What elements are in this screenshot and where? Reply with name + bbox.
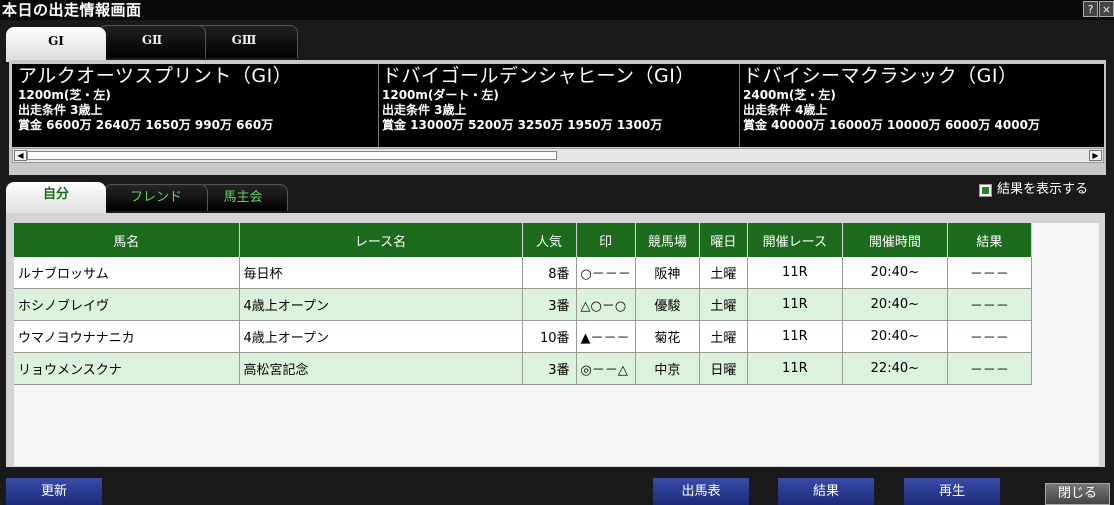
race-distance: 2400m(芝・左) bbox=[743, 88, 836, 102]
header-race-number[interactable]: 開催レース bbox=[747, 223, 843, 257]
tab-g1[interactable]: GⅠ bbox=[6, 27, 106, 62]
header-popularity[interactable]: 人気 bbox=[522, 223, 577, 257]
cell-race-number: 11R bbox=[747, 352, 843, 385]
table-row[interactable]: ホシノブレイヴ 4歳上オープン 3番 △○－○ 優駿 土曜 11R 20:40~… bbox=[14, 288, 1032, 321]
tab-g3[interactable]: GⅢ bbox=[190, 25, 298, 58]
cell-mark: ◎－－△ bbox=[576, 352, 636, 385]
race-distance: 1200m(芝・左) bbox=[18, 88, 111, 102]
table-header-row: 馬名 レース名 人気 印 競馬場 曜日 開催レース 開催時間 結果 bbox=[14, 223, 1032, 257]
race-prize: 賞金 13000万 5200万 3250万 1950万 1300万 bbox=[382, 118, 663, 132]
cell-mark: △○－○ bbox=[576, 288, 636, 321]
cell-horse-name: ウマノヨウナナニカ bbox=[14, 320, 240, 353]
tab-friend[interactable]: フレンド bbox=[104, 184, 208, 211]
cell-racecourse: 優駿 bbox=[635, 288, 700, 321]
cell-popularity: 3番 bbox=[522, 352, 577, 385]
cell-race-number: 11R bbox=[747, 288, 843, 321]
header-race-name[interactable]: レース名 bbox=[239, 223, 523, 257]
race-name: アルクオーツスプリント（GⅠ） bbox=[18, 65, 293, 87]
header-racecourse[interactable]: 競馬場 bbox=[635, 223, 700, 257]
race-divider bbox=[739, 64, 740, 147]
header-day[interactable]: 曜日 bbox=[699, 223, 748, 257]
result-button[interactable]: 結果 bbox=[778, 478, 874, 505]
replay-button[interactable]: 再生 bbox=[904, 478, 1000, 505]
cell-mark: ○－－－ bbox=[576, 257, 636, 289]
cell-race-name: 高松宮記念 bbox=[239, 352, 523, 385]
header-mark[interactable]: 印 bbox=[576, 223, 636, 257]
race-condition: 出走条件 4歳上 bbox=[743, 103, 828, 117]
table-row[interactable]: ルナブロッサム 毎日杯 8番 ○－－－ 阪神 土曜 11R 20:40~ －－－ bbox=[14, 257, 1032, 289]
tab-self-label: 自分 bbox=[42, 187, 69, 202]
checkbox-checked-icon bbox=[982, 187, 989, 194]
entries-button[interactable]: 出馬表 bbox=[653, 478, 749, 505]
cell-day: 土曜 bbox=[699, 320, 748, 353]
cell-horse-name: リョウメンスクナ bbox=[14, 352, 240, 385]
cell-result: －－－ bbox=[947, 320, 1032, 353]
cell-racecourse: 中京 bbox=[635, 352, 700, 385]
cell-popularity: 8番 bbox=[522, 257, 577, 289]
race-prize: 賞金 40000万 16000万 10000万 6000万 4000万 bbox=[743, 118, 1040, 132]
tab-g3-label: GⅢ bbox=[231, 33, 257, 47]
cell-race-number: 11R bbox=[747, 320, 843, 353]
race-condition: 出走条件 3歳上 bbox=[382, 103, 467, 117]
race-condition: 出走条件 3歳上 bbox=[18, 103, 103, 117]
cell-day: 土曜 bbox=[699, 288, 748, 321]
scrollbar-thumb[interactable] bbox=[27, 151, 557, 160]
cell-popularity: 3番 bbox=[522, 288, 577, 321]
race-name: ドバイシーマクラシック（GⅠ） bbox=[743, 65, 1018, 87]
cell-day: 土曜 bbox=[699, 257, 748, 289]
cell-time: 20:40~ bbox=[842, 288, 948, 321]
window-close-button[interactable]: × bbox=[1099, 1, 1114, 17]
tab-self[interactable]: 自分 bbox=[6, 182, 106, 213]
cell-time: 20:40~ bbox=[842, 257, 948, 289]
race-card[interactable]: ドバイシーマクラシック（GⅠ） 2400m(芝・左) 出走条件 4歳上 賞金 4… bbox=[743, 64, 1104, 147]
window-title: 本日の出走情報画面 bbox=[2, 1, 142, 19]
scroll-right-icon[interactable]: ▶ bbox=[1089, 150, 1102, 161]
help-button[interactable]: ? bbox=[1083, 1, 1098, 17]
cell-race-name: 4歳上オープン bbox=[239, 288, 523, 321]
cell-race-number: 11R bbox=[747, 257, 843, 289]
tab-g2[interactable]: GⅡ bbox=[98, 25, 206, 58]
tab-g2-label: GⅡ bbox=[141, 33, 163, 47]
race-distance: 1200m(ダート・左) bbox=[382, 88, 499, 102]
entries-table: 馬名 レース名 人気 印 競馬場 曜日 開催レース 開催時間 結果 ルナブロッサ… bbox=[14, 223, 1032, 385]
cell-popularity: 10番 bbox=[522, 320, 577, 353]
scroll-left-icon[interactable]: ◀ bbox=[14, 150, 27, 161]
title-bar bbox=[0, 0, 1114, 20]
tab-g1-label: GⅠ bbox=[48, 34, 64, 48]
tab-friend-label: フレンド bbox=[129, 190, 182, 205]
race-divider bbox=[378, 64, 379, 147]
cell-horse-name: ホシノブレイヴ bbox=[14, 288, 240, 321]
tab-owners-club[interactable]: 馬主会 bbox=[198, 184, 288, 211]
table-row[interactable]: ウマノヨウナナニカ 4歳上オープン 10番 ▲－－－ 菊花 土曜 11R 20:… bbox=[14, 320, 1032, 353]
cell-time: 22:40~ bbox=[842, 352, 948, 385]
tab-owners-club-label: 馬主会 bbox=[223, 190, 263, 205]
cell-racecourse: 菊花 bbox=[635, 320, 700, 353]
show-results-checkbox[interactable] bbox=[979, 184, 992, 197]
header-horse-name[interactable]: 馬名 bbox=[14, 223, 240, 257]
show-results-label[interactable]: 結果を表示する bbox=[997, 181, 1088, 199]
cell-time: 20:40~ bbox=[842, 320, 948, 353]
header-time[interactable]: 開催時間 bbox=[842, 223, 948, 257]
race-name: ドバイゴールデンシャヒーン（GⅠ） bbox=[382, 65, 695, 87]
cell-mark: ▲－－－ bbox=[576, 320, 636, 353]
cell-race-name: 4歳上オープン bbox=[239, 320, 523, 353]
cell-day: 日曜 bbox=[699, 352, 748, 385]
race-prize: 賞金 6600万 2640万 1650万 990万 660万 bbox=[18, 118, 274, 132]
race-card[interactable]: アルクオーツスプリント（GⅠ） 1200m(芝・左) 出走条件 3歳上 賞金 6… bbox=[18, 64, 378, 147]
header-result[interactable]: 結果 bbox=[947, 223, 1032, 257]
cell-result: －－－ bbox=[947, 352, 1032, 385]
table-row[interactable]: リョウメンスクナ 高松宮記念 3番 ◎－－△ 中京 日曜 11R 22:40~ … bbox=[14, 352, 1032, 385]
cell-result: －－－ bbox=[947, 288, 1032, 321]
cell-racecourse: 阪神 bbox=[635, 257, 700, 289]
update-button[interactable]: 更新 bbox=[6, 478, 102, 505]
cell-race-name: 毎日杯 bbox=[239, 257, 523, 289]
cell-result: －－－ bbox=[947, 257, 1032, 289]
cell-horse-name: ルナブロッサム bbox=[14, 257, 240, 289]
race-card[interactable]: ドバイゴールデンシャヒーン（GⅠ） 1200m(ダート・左) 出走条件 3歳上 … bbox=[382, 64, 742, 147]
close-button[interactable]: 閉じる bbox=[1045, 483, 1110, 505]
race-info-list: アルクオーツスプリント（GⅠ） 1200m(芝・左) 出走条件 3歳上 賞金 6… bbox=[12, 64, 1104, 147]
